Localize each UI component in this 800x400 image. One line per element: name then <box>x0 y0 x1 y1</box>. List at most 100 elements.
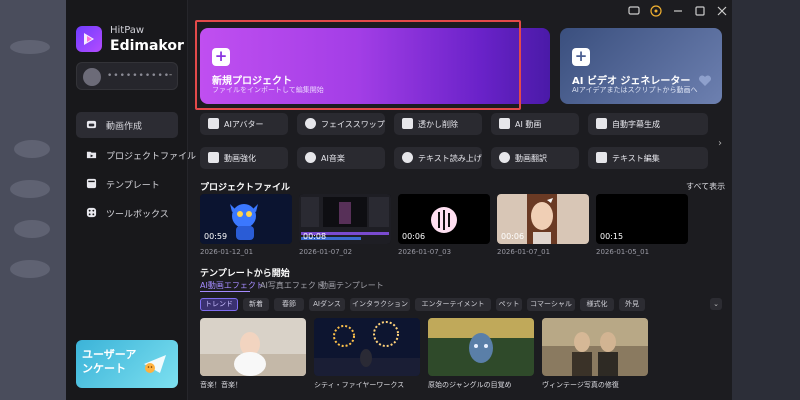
project-duration: 00:08 <box>303 232 327 241</box>
sidebar-item-project-files[interactable]: プロジェクトファイル <box>76 142 196 168</box>
tool-label: 動画翻訳 <box>515 154 547 163</box>
message-icon[interactable] <box>628 5 640 17</box>
project-date: 2026-01-12_01 <box>200 248 254 256</box>
music-icon <box>305 152 316 163</box>
home-icon <box>86 120 97 129</box>
folder-icon <box>86 151 97 159</box>
tool-label: テキスト読み上げ <box>418 154 482 163</box>
highlight-outline <box>195 20 521 110</box>
chevron-down-icon[interactable]: ⌄ <box>710 298 722 310</box>
template-thumbnail <box>314 318 420 376</box>
user-name: •••••••••• <box>107 71 171 81</box>
project-thumbnail[interactable]: 00:08 <box>299 194 391 244</box>
tab-video-templates[interactable]: 動画テンプレート <box>320 280 384 291</box>
project-date: 2026-01-07_03 <box>398 248 452 256</box>
filter-chip-new[interactable]: 新着 <box>243 298 269 311</box>
template-label: シティ・ファイヤーワークス <box>314 381 405 389</box>
tool-label: フェイススワップ <box>321 120 385 129</box>
background-shape <box>10 260 50 278</box>
background-right <box>730 0 800 400</box>
send-icon <box>144 355 166 373</box>
template-thumbnail <box>428 318 534 376</box>
project-thumbnail[interactable]: 00:15 <box>596 194 688 244</box>
brand-name-line1: HitPaw <box>110 25 145 36</box>
maximize-icon[interactable] <box>694 5 706 17</box>
ai-video-generator-card[interactable]: + AI ビデオ ジェネレーター AIアイデアまたはスクリプトから動画へ <box>560 28 722 104</box>
cc-icon <box>596 118 607 129</box>
watermark-remove-icon <box>402 118 413 129</box>
template-card[interactable] <box>200 318 306 376</box>
upgrade-icon[interactable] <box>650 5 662 17</box>
text-edit-icon <box>596 152 607 163</box>
filter-chip-entertainment[interactable]: エンターテイメント <box>415 298 491 311</box>
template-card[interactable] <box>314 318 420 376</box>
project-thumbnail[interactable]: 00:59 <box>200 194 292 244</box>
banner-text: ユーザーアンケート <box>82 348 137 375</box>
tool-label: AI音楽 <box>321 154 345 163</box>
template-label: ヴィンテージ写真の修復 <box>542 381 619 389</box>
text-to-speech-icon <box>402 152 413 163</box>
template-thumbnail <box>200 318 306 376</box>
tab-ai-video-effects[interactable]: AI動画エフェクト <box>200 280 264 291</box>
project-files-title: プロジェクトファイル <box>200 183 291 193</box>
close-icon[interactable] <box>716 5 728 17</box>
template-card[interactable] <box>542 318 648 376</box>
template-thumbnail <box>542 318 648 376</box>
filter-chip-pet[interactable]: ペット <box>496 298 522 311</box>
project-duration: 00:15 <box>600 232 624 241</box>
sidebar-item-label: テンプレート <box>106 181 160 191</box>
sidebar-item-templates[interactable]: テンプレート <box>76 171 178 197</box>
tool-ai-avatar[interactable]: AIアバター <box>200 113 288 135</box>
tool-ai-video[interactable]: AI 動画 <box>491 113 579 135</box>
sidebar: HitPaw Edimakor •••••••••• - 動画作成 プロジェクト… <box>66 0 196 400</box>
tool-label: 動画強化 <box>224 154 256 163</box>
ai-video-generator-subtitle: AIアイデアまたはスクリプトから動画へ <box>572 86 698 94</box>
user-account-selector[interactable]: •••••••••• - <box>76 62 178 90</box>
see-all-link[interactable]: すべて表示 <box>686 181 725 192</box>
project-duration: 00:06 <box>501 232 525 241</box>
filter-chip-interaction[interactable]: インタラクション <box>350 298 410 311</box>
template-icon <box>86 178 97 189</box>
filter-chip-stylize[interactable]: 様式化 <box>580 298 614 311</box>
project-duration: 00:06 <box>402 232 426 241</box>
plus-icon: + <box>572 48 590 66</box>
sidebar-item-label: プロジェクトファイル <box>106 152 197 162</box>
heart-icon <box>698 75 712 86</box>
tool-watermark-remove[interactable]: 透かし削除 <box>394 113 482 135</box>
template-label: 音楽！音楽！ <box>200 381 242 389</box>
project-date: 2026-01-07_01 <box>497 248 551 256</box>
translate-icon <box>499 152 510 163</box>
avatar <box>83 68 101 86</box>
face-swap-icon <box>305 118 316 129</box>
tab-ai-photo-effects[interactable]: AI写真エフェクト <box>260 280 324 291</box>
sidebar-item-toolbox[interactable]: ツールボックス <box>76 200 178 226</box>
filter-chip-trend[interactable]: トレンド <box>200 298 238 311</box>
minimize-icon[interactable] <box>672 5 684 17</box>
tool-video-translate[interactable]: 動画翻訳 <box>491 147 579 169</box>
filter-chip-commercial[interactable]: コマーシャル <box>527 298 575 311</box>
tool-text-to-speech[interactable]: テキスト読み上げ <box>394 147 482 169</box>
tool-video-enhance[interactable]: 動画強化 <box>200 147 288 169</box>
tool-text-edit[interactable]: テキスト編集 <box>588 147 708 169</box>
tool-label: テキスト編集 <box>612 154 660 163</box>
toolbox-icon <box>86 207 97 218</box>
project-thumbnail[interactable]: 00:06 <box>398 194 490 244</box>
background-shape <box>14 140 50 158</box>
template-card[interactable] <box>428 318 534 376</box>
project-thumbnail[interactable]: 00:06 <box>497 194 589 244</box>
filter-chip-spring[interactable]: 春節 <box>274 298 304 311</box>
tool-ai-music[interactable]: AI音楽 <box>297 147 385 169</box>
background-shape <box>10 180 50 198</box>
tool-face-swap[interactable]: フェイススワップ <box>297 113 385 135</box>
app-window: HitPaw Edimakor •••••••••• - 動画作成 プロジェクト… <box>66 0 732 400</box>
template-label: 原始のジャングルの目覚め <box>428 381 512 389</box>
sidebar-item-create-video[interactable]: 動画作成 <box>76 112 178 138</box>
tool-auto-subtitles[interactable]: 自動字幕生成 <box>588 113 708 135</box>
filter-chip-appearance[interactable]: 外見 <box>619 298 645 311</box>
enhance-icon <box>208 152 219 163</box>
chevron-right-icon[interactable]: › <box>718 138 722 149</box>
filter-chip-ai-dance[interactable]: AIダンス <box>309 298 345 311</box>
tool-label: 自動字幕生成 <box>612 120 660 129</box>
tool-label: AIアバター <box>224 120 264 129</box>
user-survey-banner[interactable]: ユーザーアンケート <box>76 340 178 388</box>
